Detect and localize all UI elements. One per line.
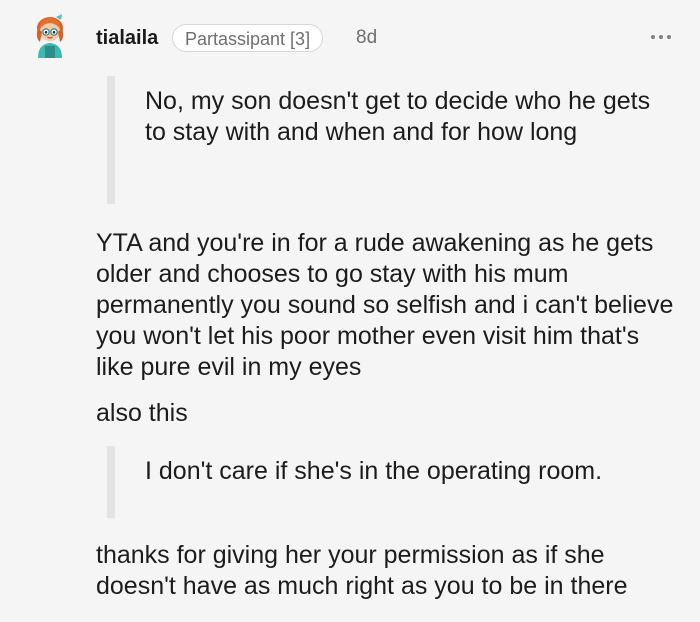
blockquote-text: I don't care if she's in the operating r… (145, 457, 603, 485)
blockquote: I don't care if she's in the operating r… (107, 446, 667, 518)
user-flair-badge: Partassipant [3] (172, 24, 324, 52)
blockquote-text: No, my son doesn't get to decide who he … (145, 87, 651, 146)
avatar-icon (36, 14, 64, 58)
more-horizontal-icon[interactable] (646, 22, 676, 52)
comment-header: tialaila Partassipant [3] 8d (0, 0, 700, 80)
comment-age: 8d (356, 27, 378, 48)
comment-paragraph: also this (96, 399, 188, 427)
username-link[interactable]: tialaila (96, 26, 158, 50)
comment-paragraph: thanks for giving her your permission as… (96, 541, 628, 600)
comment-paragraph: YTA and you're in for a rude awakening a… (96, 229, 674, 381)
user-avatar[interactable] (26, 12, 74, 60)
blockquote: No, my son doesn't get to decide who he … (107, 76, 667, 204)
